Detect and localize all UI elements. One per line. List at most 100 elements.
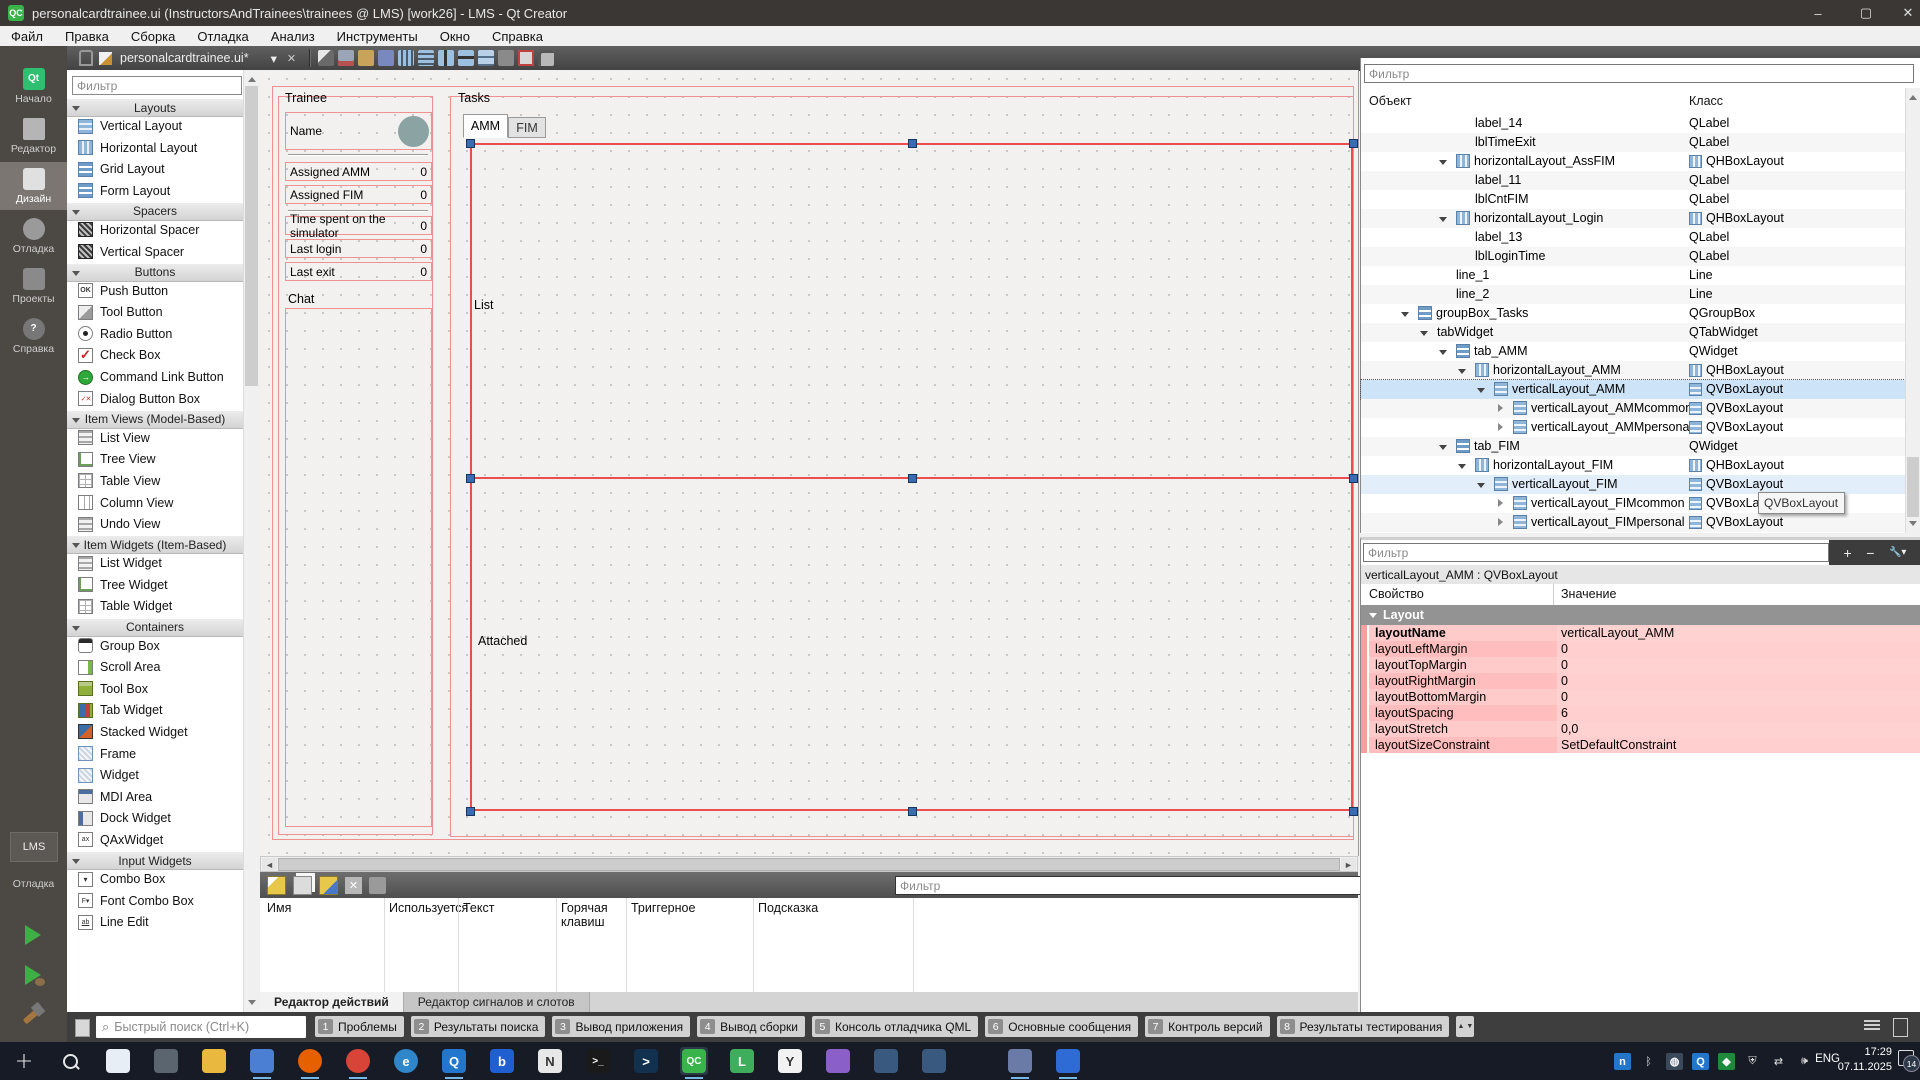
delete-action-icon[interactable]: ✕: [345, 877, 362, 894]
widget-MDI Area[interactable]: MDI Area: [67, 786, 243, 807]
widget-Push Button[interactable]: Push Button: [67, 280, 243, 301]
widget-Scroll Area[interactable]: Scroll Area: [67, 657, 243, 678]
widget-Group Box[interactable]: Group Box: [67, 635, 243, 656]
widget-box-scrollbar[interactable]: [243, 70, 260, 1012]
tree-row-tabWidget[interactable]: tabWidgetQTabWidget: [1361, 323, 1905, 342]
form-row-Assigned AMM[interactable]: Assigned AMM0: [285, 162, 432, 181]
maximize-button[interactable]: ▢: [1843, 0, 1889, 26]
tree-row-line_2[interactable]: line_2Line: [1361, 285, 1905, 304]
scroll-thumb[interactable]: [245, 86, 258, 386]
menu-Правка[interactable]: Правка: [54, 26, 120, 46]
widget-Tool Box[interactable]: Tool Box: [67, 678, 243, 699]
mode-Справка[interactable]: ?Справка: [0, 312, 67, 360]
form-row-Last exit[interactable]: Last exit0: [285, 262, 432, 281]
widget-Tree View[interactable]: Tree View: [67, 449, 243, 470]
widget-Tool Button[interactable]: Tool Button: [67, 302, 243, 323]
edit-buddies-icon[interactable]: [358, 50, 374, 66]
property-row-layoutSpacing[interactable]: layoutSpacing6: [1361, 705, 1920, 721]
widget-Grid Layout[interactable]: Grid Layout: [67, 159, 243, 180]
widgetbox-section-Containers[interactable]: Containers: [67, 618, 243, 637]
column-header-Текст[interactable]: Текст: [458, 898, 556, 920]
scroll-down-icon[interactable]: [1909, 521, 1917, 530]
widget-Table View[interactable]: Table View: [67, 470, 243, 491]
property-row-layoutRightMargin[interactable]: layoutRightMargin0: [1361, 673, 1920, 689]
column-header-Подсказка[interactable]: Подсказка: [753, 898, 913, 920]
scroll-up-icon[interactable]: [248, 73, 256, 82]
menu-Справка[interactable]: Справка: [481, 26, 554, 46]
column-header-Используется[interactable]: Используется: [384, 898, 458, 920]
hscroll-thumb[interactable]: [278, 858, 1340, 871]
edit-taborder-icon[interactable]: [378, 50, 394, 66]
scroll-up-icon[interactable]: [1909, 91, 1917, 100]
pane-spinner[interactable]: ▲ ▼: [1456, 1016, 1474, 1037]
file-selector[interactable]: personalcardtrainee.ui* ▾: [120, 51, 287, 66]
notification-icon[interactable]: 14: [1898, 1050, 1916, 1068]
property-row-layoutBottomMargin[interactable]: layoutBottomMargin0: [1361, 689, 1920, 705]
chevron-down-icon[interactable]: [1439, 445, 1447, 454]
chevron-down-icon[interactable]: [1439, 350, 1447, 359]
widget-Vertical Spacer[interactable]: Vertical Spacer: [67, 241, 243, 262]
mode-Дизайн[interactable]: Дизайн: [0, 162, 67, 210]
chevron-down-icon[interactable]: [1458, 369, 1466, 378]
close-document-icon[interactable]: ✕: [287, 52, 296, 65]
object-tree-scrollbar[interactable]: [1905, 88, 1920, 533]
chevron-down-icon[interactable]: [1439, 217, 1447, 226]
language-indicator[interactable]: ENG: [1815, 1053, 1840, 1065]
scroll-left-icon[interactable]: ◄: [262, 858, 277, 871]
widget-Command Link Button[interactable]: Command Link Button: [67, 367, 243, 388]
tray-network[interactable]: ⇄: [1770, 1053, 1787, 1070]
splitter-horizontal-icon[interactable]: [438, 50, 454, 66]
taskbar-powershell-icon[interactable]: >: [632, 1047, 660, 1075]
taskbar-explorer-icon[interactable]: [200, 1047, 228, 1075]
tree-row-label_13[interactable]: label_13QLabel: [1361, 228, 1905, 247]
tray-qt-tray[interactable]: ◆: [1718, 1053, 1735, 1070]
widget-Horizontal Spacer[interactable]: Horizontal Spacer: [67, 219, 243, 240]
debug-run-button[interactable]: [15, 958, 51, 992]
widget-Widget[interactable]: Widget: [67, 765, 243, 786]
chevron-down-icon[interactable]: [1401, 312, 1409, 321]
widget-List View[interactable]: List View: [67, 427, 243, 448]
layout-vertical-icon[interactable]: [418, 50, 434, 66]
output-pane-Проблемы[interactable]: 1Проблемы: [315, 1016, 404, 1037]
widget-Column View[interactable]: Column View: [67, 492, 243, 513]
taskbar-fork-icon[interactable]: Y: [776, 1047, 804, 1075]
taskbar-search-icon[interactable]: [56, 1047, 84, 1075]
form-editor-canvas[interactable]: Trainee Name Assigned AMM0Assigned FIM0 …: [260, 70, 1359, 856]
column-header-Горячая клавиш[interactable]: Горячая клавиш: [556, 898, 626, 920]
tab-fim[interactable]: FIM: [508, 117, 546, 138]
canvas-hscrollbar[interactable]: ◄ ►: [260, 856, 1358, 872]
tree-row-tab_AMM[interactable]: tab_AMMQWidget: [1361, 342, 1905, 361]
chevron-right-icon[interactable]: [1498, 404, 1507, 412]
widget-Line Edit[interactable]: Line Edit: [67, 912, 243, 933]
taskbar-edge-icon[interactable]: e: [392, 1047, 420, 1075]
layout-form-icon[interactable]: [478, 50, 494, 66]
splitter-vertical-icon[interactable]: [458, 50, 474, 66]
tray-steam[interactable]: ◍: [1666, 1053, 1683, 1070]
output-pane-Результаты поиска[interactable]: 2Результаты поиска: [411, 1016, 546, 1037]
selection-handle[interactable]: [908, 807, 917, 816]
chevron-down-icon[interactable]: ▾: [271, 51, 277, 66]
menu-Сборка[interactable]: Сборка: [120, 26, 187, 46]
widget-Dialog Button Box[interactable]: Dialog Button Box: [67, 388, 243, 409]
kit-selector[interactable]: LMS: [10, 832, 58, 862]
tree-row-groupBox_Tasks[interactable]: groupBox_TasksQGroupBox: [1361, 304, 1905, 323]
scroll-right-icon[interactable]: ►: [1341, 858, 1356, 871]
tree-row-verticalLayout_FIMpersonal[interactable]: verticalLayout_FIMpersonalQVBoxLayout: [1361, 513, 1905, 532]
layout-section-header[interactable]: Layout: [1361, 605, 1920, 625]
tab-amm[interactable]: AMM: [463, 114, 508, 138]
tray-bluetooth[interactable]: ᛒ: [1640, 1053, 1657, 1070]
property-column-header[interactable]: Свойство: [1369, 587, 1424, 601]
selection-handle[interactable]: [466, 139, 475, 148]
edit-action-icon[interactable]: [319, 876, 338, 895]
property-row-layoutSizeConstraint[interactable]: layoutSizeConstraintSetDefaultConstraint: [1361, 737, 1920, 753]
chevron-down-icon[interactable]: [1477, 483, 1485, 492]
column-divider[interactable]: [913, 898, 914, 992]
mode-Отладка[interactable]: Отладка: [0, 212, 67, 260]
quick-search-input[interactable]: ⌕ Быстрый поиск (Ctrl+K): [96, 1016, 306, 1038]
tray-q-tray[interactable]: Q: [1692, 1053, 1709, 1070]
menu-Отладка[interactable]: Отладка: [186, 26, 259, 46]
chevron-down-icon[interactable]: [1420, 331, 1428, 340]
widget-List Widget[interactable]: List Widget: [67, 553, 243, 574]
property-row-layoutStretch[interactable]: layoutStretch0,0: [1361, 721, 1920, 737]
menu-Файл[interactable]: Файл: [0, 26, 54, 46]
